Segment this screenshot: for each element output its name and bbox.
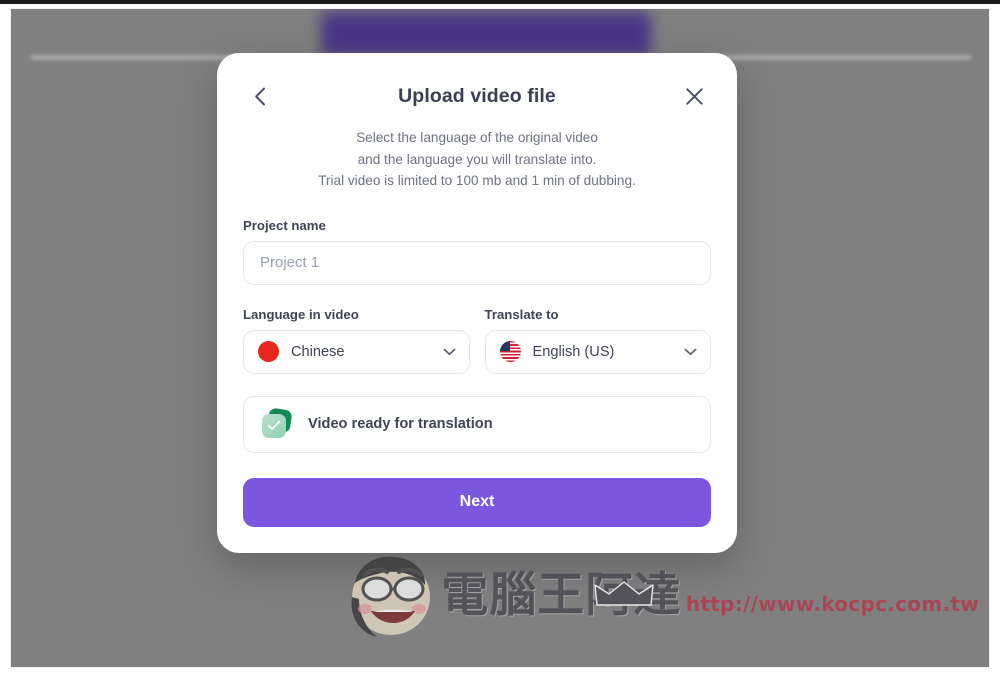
background-blurred-banner [321, 12, 651, 56]
project-name-input[interactable] [243, 240, 711, 285]
modal-header: Upload video file [243, 79, 711, 113]
source-language-value: Chinese [291, 343, 345, 360]
page-title: Upload video file [398, 84, 556, 107]
next-button[interactable]: Next [243, 477, 711, 527]
site-watermark: 電腦王阿達 http://www.kocpc.com.tw [347, 553, 979, 639]
target-language-group: Translate to English (US) [484, 306, 711, 374]
watermark-url: http://www.kocpc.com.tw [685, 592, 979, 616]
flag-china-icon [258, 341, 279, 362]
close-icon [685, 87, 704, 106]
crown-icon [593, 581, 655, 612]
close-button[interactable] [679, 81, 709, 111]
source-language-label: Language in video [243, 306, 359, 322]
back-button[interactable] [245, 81, 275, 111]
screenshot-root: Upload video file Select the language of… [0, 0, 1000, 675]
watermark-brand: 電腦王阿達 [441, 568, 682, 623]
video-status-text: Video ready for translation [308, 416, 493, 432]
source-language-group: Language in video Chinese [243, 307, 470, 374]
upload-video-modal: Upload video file Select the language of… [217, 53, 737, 553]
modal-subtitle: Select the language of the original vide… [243, 127, 711, 192]
target-language-select[interactable]: English (US) [484, 329, 711, 374]
project-name-section: Project name [243, 218, 711, 285]
top-edge-hairline [0, 0, 1000, 4]
project-name-label: Project name [243, 217, 326, 233]
subtitle-line-2: and the language you will translate into… [357, 151, 597, 167]
chevron-down-icon [684, 343, 697, 361]
target-language-label: Translate to [484, 306, 559, 322]
subtitle-line-1: Select the language of the original vide… [356, 130, 598, 145]
flag-us-icon [499, 341, 521, 362]
browser-viewport: Upload video file Select the language of… [10, 8, 990, 668]
watermark-text-block: 電腦王阿達 http://www.kocpc.com.tw [441, 570, 979, 622]
target-language-value: English (US) [532, 343, 615, 360]
chevron-down-icon [443, 343, 456, 361]
language-row: Language in video Chinese Translate to E… [243, 307, 711, 374]
video-status-card: Video ready for translation [243, 395, 711, 453]
video-ready-check-icon [261, 406, 293, 440]
watermark-mascot-icon [347, 553, 439, 639]
subtitle-line-3: Trial video is limited to 100 mb and 1 m… [318, 173, 636, 188]
source-language-select[interactable]: Chinese [243, 329, 470, 374]
chevron-left-icon [253, 86, 268, 107]
